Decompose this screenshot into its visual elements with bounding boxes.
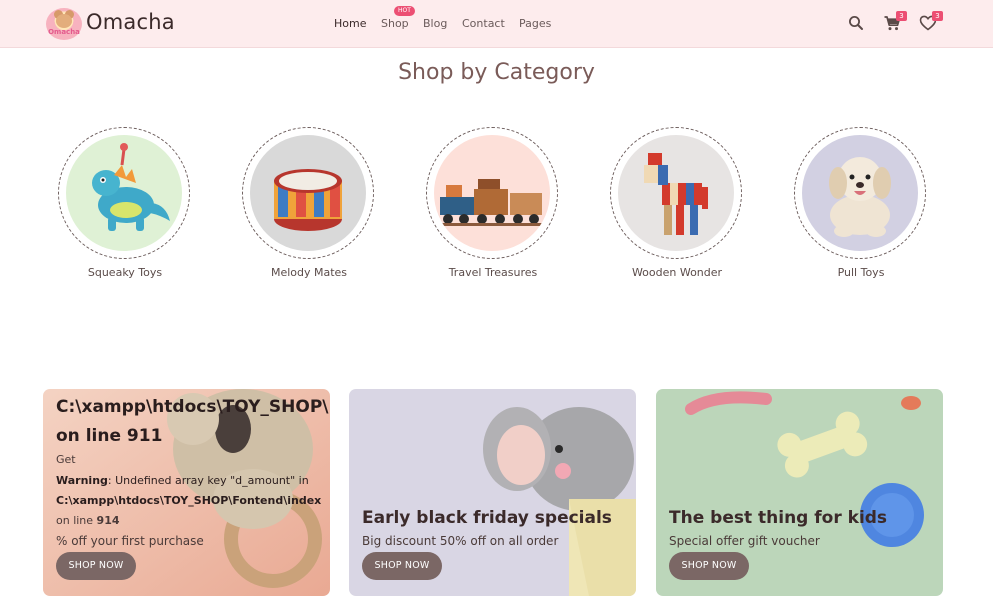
warning-path: C:\xampp\htdocs\TOY_SHOP\Fontend\index [56, 494, 322, 507]
train-toy-icon [438, 179, 546, 226]
category-label[interactable]: Wooden Wonder [590, 266, 764, 279]
category-wooden-wonder[interactable]: Wooden Wonder [610, 127, 744, 279]
logo-bear-face [56, 14, 72, 28]
warning-text: : Undefined array key "d_amount" in [107, 474, 309, 487]
cart-count-badge: 3 [896, 11, 907, 21]
logo-text: Omacha [48, 28, 80, 36]
section-title: Shop by Category [398, 60, 595, 85]
nav-home[interactable]: Home [334, 17, 366, 30]
line-prefix: on line [56, 514, 97, 527]
category-label[interactable]: Travel Treasures [406, 266, 580, 279]
logo-icon[interactable]: Omacha [46, 8, 82, 40]
nav-shop[interactable]: Shop [381, 17, 409, 30]
category-ring [58, 127, 190, 259]
shop-now-button[interactable]: SHOP NOW [669, 552, 749, 580]
promo-card-2[interactable]: Early black friday specials Big discount… [349, 389, 636, 596]
promo-title: The best thing for kids [669, 508, 888, 528]
category-travel-treasures[interactable]: Travel Treasures [426, 127, 560, 279]
search-icon[interactable] [847, 14, 865, 32]
site-header: Omacha Omacha Home Shop Blog Contact Pag… [0, 0, 993, 48]
promo-subtitle: Big discount 50% off on all order [362, 534, 559, 548]
category-ring [426, 127, 558, 259]
brand-name[interactable]: Omacha [86, 10, 175, 34]
warning-line: Warning: Undefined array key "d_amount" … [56, 474, 309, 487]
drum-toy-icon [274, 169, 342, 231]
shop-now-button[interactable]: SHOP NOW [362, 552, 442, 580]
category-image[interactable] [434, 135, 550, 251]
wooden-horse-icon [644, 153, 708, 235]
nav-blog[interactable]: Blog [423, 17, 447, 30]
error-line-number: on line 911 [56, 426, 163, 446]
promo-card-3[interactable]: The best thing for kids Special offer gi… [656, 389, 943, 596]
category-label[interactable]: Pull Toys [774, 266, 948, 279]
get-text: Get [56, 453, 76, 466]
category-image[interactable] [618, 135, 734, 251]
error-path-line: C:\xampp\htdocs\TOY_SHOP\F [56, 397, 330, 417]
category-image[interactable] [250, 135, 366, 251]
warning-line-number: on line 914 [56, 514, 120, 527]
shop-now-button[interactable]: SHOP NOW [56, 552, 136, 580]
promo-card-1[interactable]: C:\xampp\htdocs\TOY_SHOP\F on line 911 G… [43, 389, 330, 596]
wishlist-count-badge: 3 [932, 11, 943, 21]
dinosaur-toy-icon [92, 143, 170, 231]
category-ring [242, 127, 374, 259]
category-ring [794, 127, 926, 259]
category-label[interactable]: Squeaky Toys [38, 266, 212, 279]
category-image[interactable] [802, 135, 918, 251]
promo-title: Early black friday specials [362, 508, 612, 528]
line-number: 914 [96, 514, 120, 527]
nav-contact[interactable]: Contact [462, 17, 505, 30]
plush-puppy-icon [829, 157, 891, 237]
hot-badge: HOT [394, 6, 415, 16]
category-squeaky-toys[interactable]: Squeaky Toys [58, 127, 192, 279]
warning-label: Warning [56, 474, 108, 487]
category-pull-toys[interactable]: Pull Toys [794, 127, 928, 279]
promo-subtitle: % off your first purchase [56, 534, 204, 548]
category-label[interactable]: Melody Mates [222, 266, 396, 279]
nav-pages[interactable]: Pages [519, 17, 551, 30]
promo-subtitle: Special offer gift voucher [669, 534, 820, 548]
category-ring [610, 127, 742, 259]
category-melody-mates[interactable]: Melody Mates [242, 127, 376, 279]
category-image[interactable] [66, 135, 182, 251]
